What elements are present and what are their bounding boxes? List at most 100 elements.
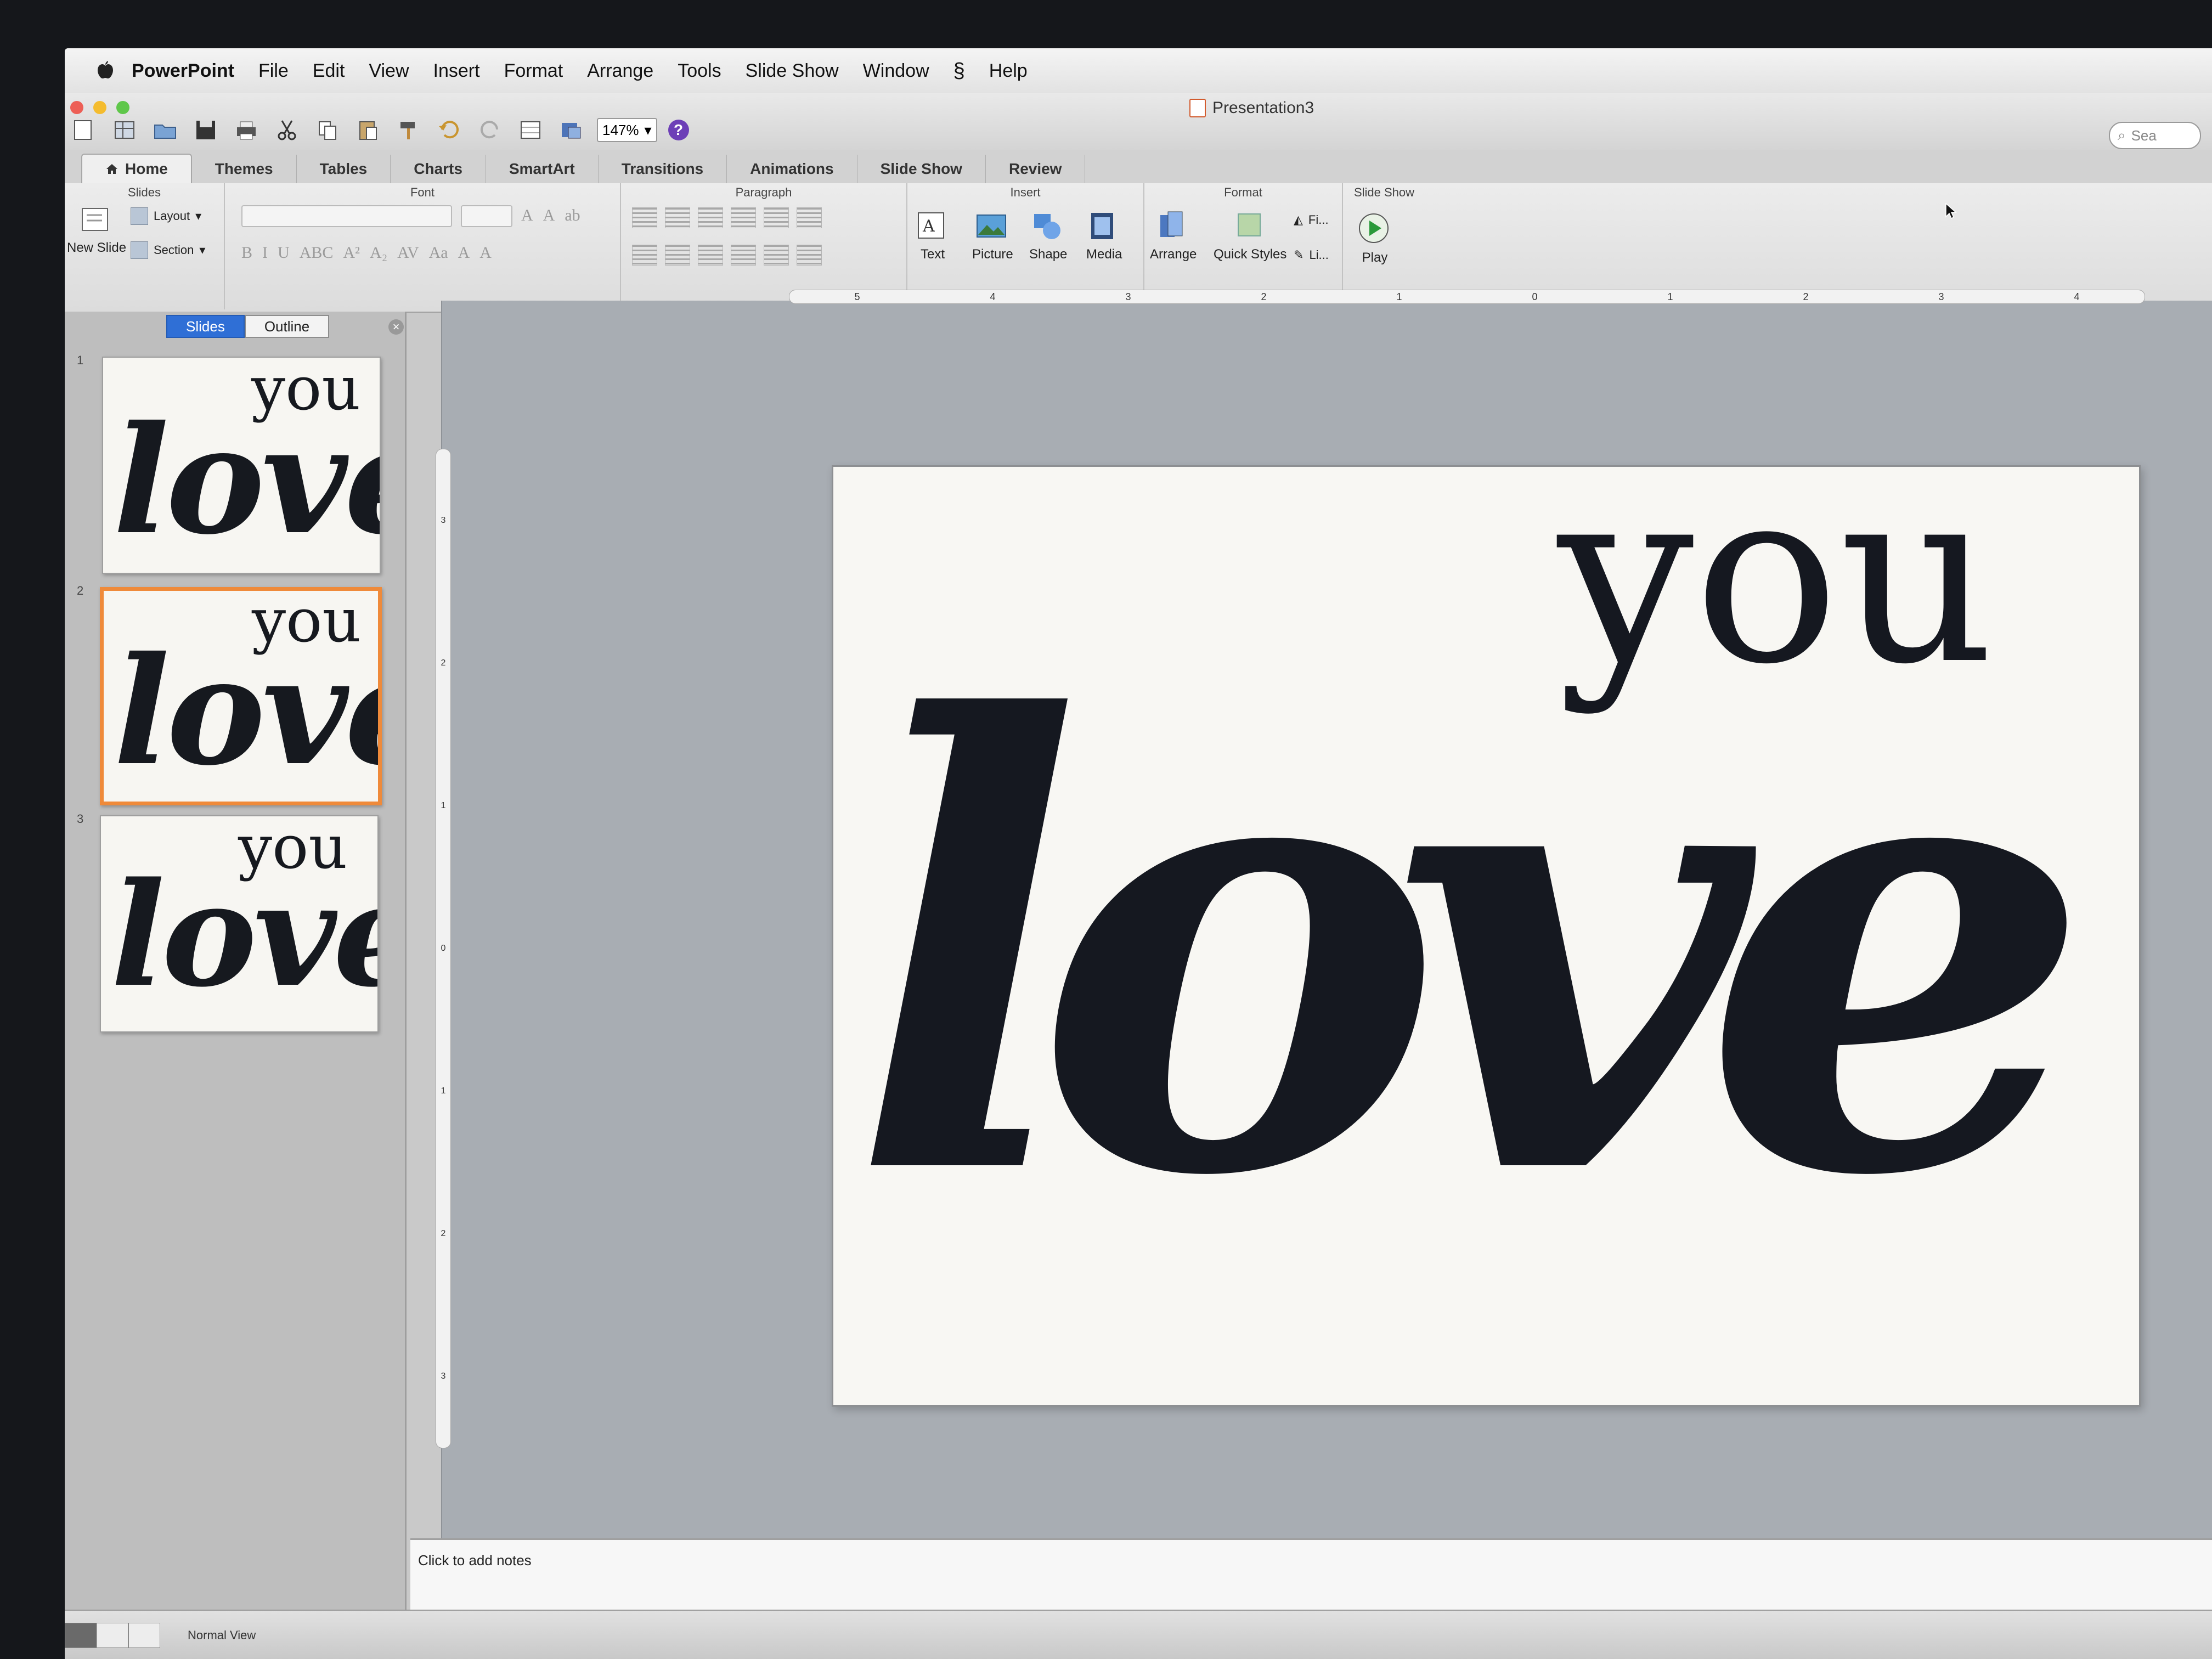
clear-format-button[interactable]: ab <box>565 206 580 225</box>
tab-smartart[interactable]: SmartArt <box>486 155 599 183</box>
new-presentation-button[interactable] <box>69 115 99 145</box>
paste-icon[interactable] <box>353 115 383 145</box>
shape-fill-button[interactable]: ◭ Fi... <box>1294 213 1329 227</box>
window-toolbar: Presentation3 147% ▾ ? ⌕ Sea <box>65 93 2212 151</box>
increase-indent-button[interactable] <box>731 207 756 228</box>
view-switcher <box>65 1623 160 1648</box>
align-left-button[interactable] <box>632 245 657 266</box>
gallery-button[interactable] <box>110 115 139 145</box>
slide-sorter-button[interactable] <box>97 1623 128 1648</box>
menu-view[interactable]: View <box>369 60 409 82</box>
copy-icon[interactable] <box>313 115 342 145</box>
group-label-insert: Insert <box>1010 185 1041 199</box>
bullets-button[interactable] <box>632 207 657 228</box>
tab-tables[interactable]: Tables <box>297 155 391 183</box>
tab-review[interactable]: Review <box>986 155 1086 183</box>
font-size-combo[interactable] <box>461 205 512 227</box>
vertical-ruler[interactable]: 3 2 1 0 1 2 3 <box>436 449 451 1448</box>
cut-icon[interactable] <box>272 115 302 145</box>
layout-button[interactable]: Layout ▾ <box>131 207 201 225</box>
slide-canvas[interactable]: you love <box>441 301 2212 1584</box>
zoom-dropdown[interactable]: 147% ▾ <box>597 118 657 142</box>
horizontal-ruler[interactable]: 5 4 3 2 1 0 1 2 3 4 <box>789 290 2145 304</box>
save-icon[interactable] <box>191 115 221 145</box>
tab-slides[interactable]: Slides <box>166 315 245 338</box>
minimize-window-button[interactable] <box>93 101 106 114</box>
shrink-font-button[interactable]: A <box>543 206 555 225</box>
search-field[interactable]: ⌕ Sea <box>2109 122 2201 149</box>
decrease-indent-button[interactable] <box>698 207 723 228</box>
menu-window[interactable]: Window <box>863 60 929 82</box>
distributed-button[interactable] <box>764 245 789 266</box>
search-placeholder: Sea <box>2131 127 2157 144</box>
align-center-button[interactable] <box>665 245 690 266</box>
underline-button[interactable]: U <box>278 244 290 262</box>
menu-slide-show[interactable]: Slide Show <box>746 60 839 82</box>
insert-text-button[interactable]: A Text <box>915 210 950 262</box>
font-name-combo[interactable] <box>241 205 452 227</box>
numbering-button[interactable] <box>665 207 690 228</box>
justify-button[interactable] <box>731 245 756 266</box>
section-button[interactable]: Section ▾ <box>131 241 205 259</box>
change-case-button[interactable]: Aa <box>429 244 448 262</box>
tab-transitions[interactable]: Transitions <box>599 155 727 183</box>
menu-edit[interactable]: Edit <box>313 60 345 82</box>
new-slide-label: New Slide <box>67 240 127 255</box>
character-spacing-button[interactable]: AV <box>397 244 419 262</box>
media-browser-icon[interactable] <box>556 115 586 145</box>
menu-arrange[interactable]: Arrange <box>587 60 653 82</box>
tab-home[interactable]: Home <box>81 154 192 183</box>
italic-button[interactable]: I <box>262 244 268 262</box>
text-effects-button[interactable]: A <box>479 244 492 262</box>
tab-slide-show[interactable]: Slide Show <box>857 155 986 183</box>
close-icon[interactable]: × <box>388 319 404 335</box>
insert-shape-button[interactable]: Shape <box>1029 210 1067 262</box>
menu-help[interactable]: Help <box>989 60 1028 82</box>
slide-thumbnail-1[interactable]: you love <box>102 357 381 574</box>
text-direction-button[interactable] <box>797 245 822 266</box>
line-spacing-button[interactable] <box>764 207 789 228</box>
superscript-button[interactable]: A² <box>343 244 360 262</box>
grow-font-button[interactable]: A <box>521 206 533 225</box>
tab-animations[interactable]: Animations <box>727 155 857 183</box>
tab-outline[interactable]: Outline <box>244 315 330 338</box>
menu-insert[interactable]: Insert <box>433 60 480 82</box>
arrange-button[interactable]: Arrange <box>1150 210 1197 262</box>
redo-icon[interactable] <box>475 115 505 145</box>
print-icon[interactable] <box>232 115 261 145</box>
play-button[interactable]: Play <box>1357 212 1392 266</box>
zoom-window-button[interactable] <box>116 101 129 114</box>
slide-show-view-button[interactable] <box>128 1623 160 1648</box>
current-slide[interactable]: you love <box>832 465 2141 1407</box>
notes-pane[interactable]: Click to add notes <box>410 1538 2212 1611</box>
help-button[interactable]: ? <box>668 120 689 140</box>
close-window-button[interactable] <box>70 101 83 114</box>
subscript-button[interactable]: A₂ <box>370 244 387 262</box>
format-painter-icon[interactable] <box>394 115 424 145</box>
menu-file[interactable]: File <box>258 60 289 82</box>
menu-tools[interactable]: Tools <box>678 60 721 82</box>
normal-view-button[interactable] <box>65 1623 97 1648</box>
quick-styles-button[interactable]: Quick Styles <box>1214 210 1286 262</box>
apple-icon[interactable] <box>93 60 115 82</box>
script-menu-icon[interactable]: § <box>953 59 965 83</box>
slide-text-love[interactable]: love <box>850 642 2093 1257</box>
bold-button[interactable]: B <box>241 244 252 262</box>
align-right-button[interactable] <box>698 245 723 266</box>
slide-thumbnail-3[interactable]: you love <box>100 815 379 1032</box>
strikethrough-button[interactable]: ABC <box>300 244 334 262</box>
tab-themes[interactable]: Themes <box>192 155 297 183</box>
insert-table-icon[interactable] <box>516 115 545 145</box>
insert-media-button[interactable]: Media <box>1086 210 1122 262</box>
columns-button[interactable] <box>797 207 822 228</box>
slide-thumbnail-2[interactable]: you love <box>100 587 382 805</box>
tab-charts[interactable]: Charts <box>391 155 486 183</box>
shape-line-button[interactable]: ✎ Li... <box>1294 248 1329 262</box>
new-slide-button[interactable]: New Slide <box>67 205 126 256</box>
undo-icon[interactable] <box>435 115 464 145</box>
menu-app-name[interactable]: PowerPoint <box>132 60 234 82</box>
font-color-button[interactable]: A <box>458 244 470 262</box>
insert-picture-button[interactable]: Picture <box>972 210 1013 262</box>
menu-format[interactable]: Format <box>504 60 563 82</box>
open-folder-icon[interactable] <box>150 115 180 145</box>
